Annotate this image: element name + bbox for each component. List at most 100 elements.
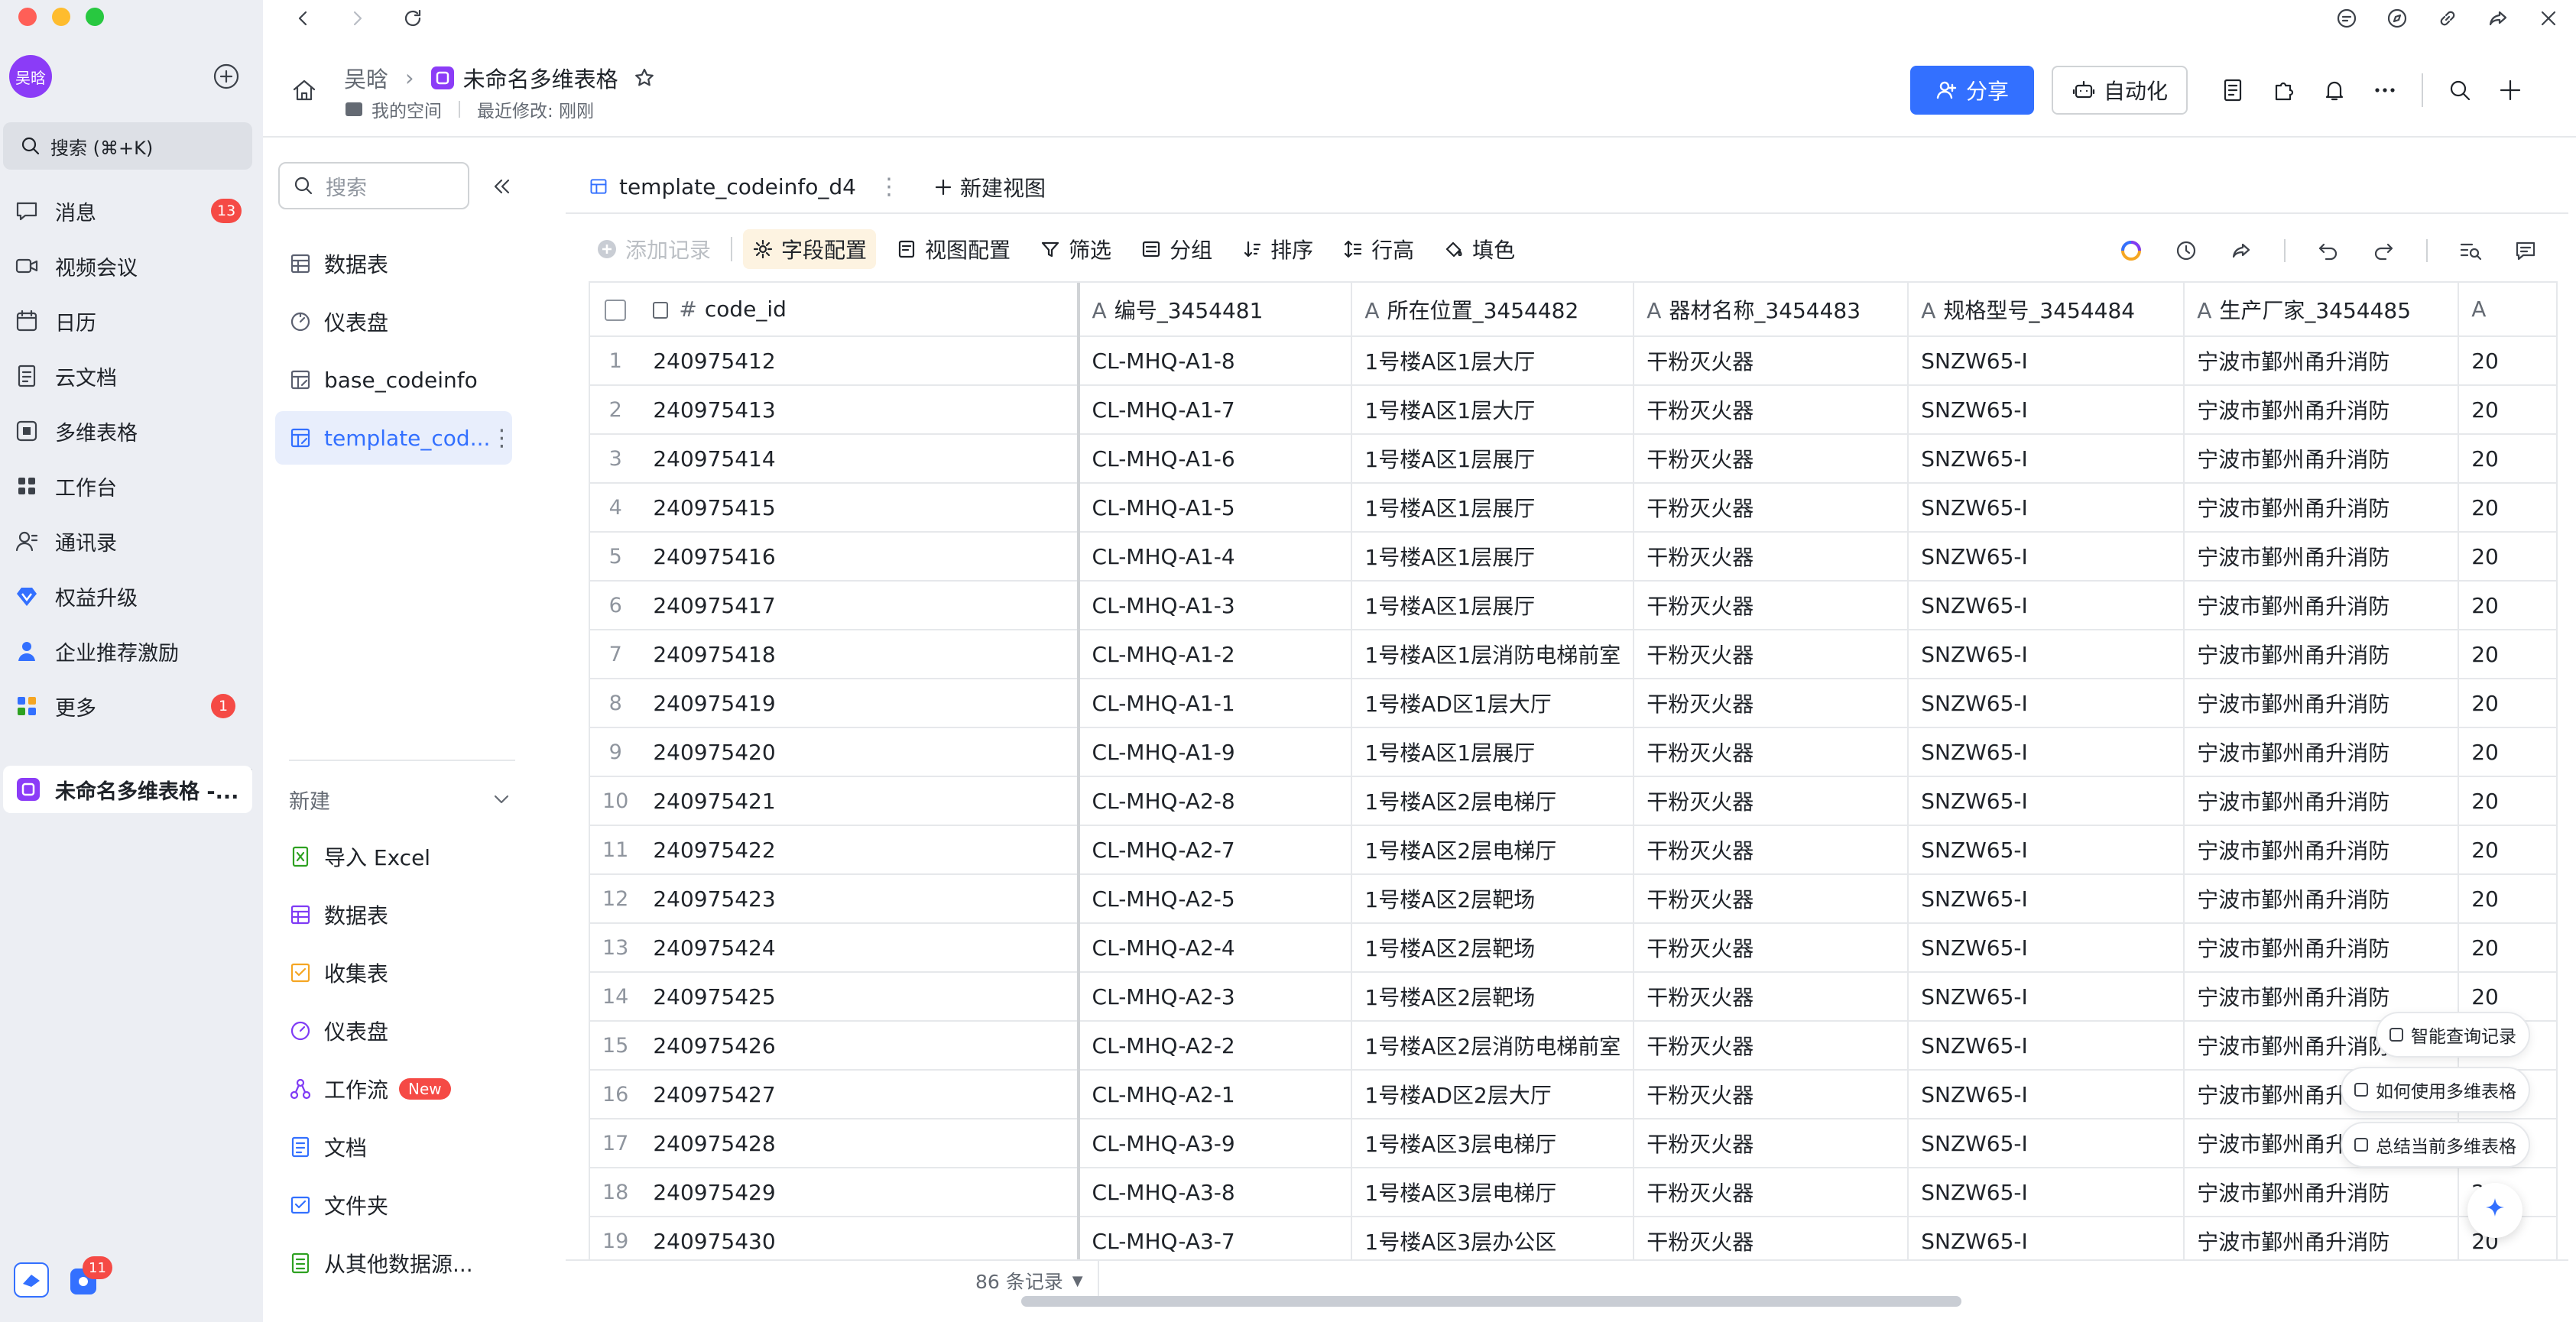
sidebar-item-5[interactable]: 工作台 [14,462,117,510]
table-cell[interactable]: 宁波市鄞州甬升消防 [2184,385,2460,435]
table-cell[interactable]: 1号楼A区1层大厅 [1351,385,1635,435]
plugin-icon[interactable] [2270,76,2298,104]
sidebar-item-template-cod-[interactable]: template_cod... ⋮ [275,411,513,465]
table-cell[interactable]: 干粉灭火器 [1634,385,1909,435]
table-cell[interactable]: SNZW65-I [1908,581,2185,630]
table-row[interactable]: 2 240975413 CL-MHQ-A1-7 1号楼A区1层大厅 干粉灭火器 SNZW6… [590,385,2558,435]
table-cell[interactable]: 干粉灭火器 [1634,483,1909,533]
view-tab[interactable]: template_codeinfo_d4 ⋮ [566,159,900,214]
table-cell[interactable]: 1号楼A区2层电梯厅 [1351,776,1635,826]
sidebar-item-4[interactable]: 多维表格 [14,407,138,455]
table-cell[interactable]: CL-MHQ-A1-7 [1078,385,1353,435]
table-cell[interactable]: CL-MHQ-A1-9 [1078,727,1353,777]
collapse-sidebar-icon[interactable] [489,174,514,199]
table-cell[interactable]: CL-MHQ-A2-1 [1078,1070,1353,1119]
table-cell[interactable]: 20 [2458,581,2558,630]
table-cell[interactable]: 干粉灭火器 [1634,825,1909,875]
table-cell[interactable]: CL-MHQ-A3-9 [1078,1119,1353,1168]
table-cell[interactable]: 1号楼A区1层展厅 [1351,581,1635,630]
table-row[interactable]: 10 240975421 CL-MHQ-A2-8 1号楼A区2层电梯厅 干粉灭火器 SNZ… [590,776,2558,826]
table-cell[interactable]: 240975429 [641,1168,1080,1217]
ai-icon[interactable] [2119,238,2143,263]
table-cell[interactable]: 240975417 [641,581,1080,630]
table-row[interactable]: 13 240975424 CL-MHQ-A2-4 1号楼A区2层靶场 干粉灭火器 SNZW… [590,923,2558,973]
new-item-form[interactable]: 收集表 [289,946,388,1000]
table-cell[interactable]: 干粉灭火器 [1634,1168,1909,1217]
table-cell[interactable]: 240975425 [641,972,1080,1022]
group-button[interactable]: 分组 [1131,229,1221,269]
table-cell[interactable]: SNZW65-I [1908,972,2185,1022]
global-search-input[interactable]: 搜索 (⌘+K) [3,122,252,170]
table-cell[interactable]: 干粉灭火器 [1634,581,1909,630]
table-cell[interactable]: 240975423 [641,874,1080,924]
sidebar-item-9[interactable]: 更多 [14,682,96,731]
table-row[interactable]: 16 240975427 CL-MHQ-A2-1 1号楼AD区2层大厅 干粉灭火器 SNZ… [590,1070,2558,1119]
assistant-summary[interactable]: 总结当前多维表格 [2341,1122,2530,1168]
table-cell[interactable]: 干粉灭火器 [1634,923,1909,973]
table-cell[interactable]: 1号楼A区1层大厅 [1351,336,1635,386]
table-cell[interactable]: 宁波市鄞州甬升消防 [2184,532,2460,582]
table-cell[interactable]: SNZW65-I [1908,336,2185,386]
forward-icon[interactable] [346,6,370,31]
more-icon[interactable] [2371,76,2399,104]
table-cell[interactable]: SNZW65-I [1908,679,2185,728]
table-cell[interactable]: 20 [2458,532,2558,582]
table-row[interactable]: 3 240975414 CL-MHQ-A1-6 1号楼A区1层展厅 干粉灭火器 SNZW6… [590,434,2558,484]
table-cell[interactable]: CL-MHQ-A2-7 [1078,825,1353,875]
table-cell[interactable]: 1号楼AD区1层大厅 [1351,679,1635,728]
column-header[interactable]: # code_id [641,283,1080,337]
horizontal-scrollbar[interactable] [1021,1296,1961,1307]
sidebar-item-8[interactable]: 企业推荐激励 [14,627,179,676]
close-window-button[interactable] [18,8,37,26]
table-cell[interactable]: 240975430 [641,1217,1080,1259]
new-item-datasource[interactable]: 从其他数据源... [289,1236,473,1290]
new-item-doc[interactable]: 文档 [289,1120,367,1174]
new-item-dashboard[interactable]: 仪表盘 [289,1004,388,1058]
table-cell[interactable]: SNZW65-I [1908,385,2185,435]
table-cell[interactable]: 干粉灭火器 [1634,679,1909,728]
table-cell[interactable]: CL-MHQ-A1-5 [1078,483,1353,533]
select-all-checkbox[interactable] [590,283,641,337]
table-row[interactable]: 1 240975412 CL-MHQ-A1-8 1号楼A区1层大厅 干粉灭火器 SNZW6… [590,336,2558,386]
table-cell[interactable]: CL-MHQ-A2-4 [1078,923,1353,973]
table-row[interactable]: 17 240975428 CL-MHQ-A3-9 1号楼A区3层电梯厅 干粉灭火器 SNZ… [590,1119,2558,1168]
table-cell[interactable]: CL-MHQ-A1-6 [1078,434,1353,484]
table-row[interactable]: 4 240975415 CL-MHQ-A1-5 1号楼A区1层展厅 干粉灭火器 SNZW6… [590,483,2558,533]
table-cell[interactable]: 1号楼A区1层展厅 [1351,532,1635,582]
row-height-button[interactable]: 行高 [1333,229,1423,269]
column-header[interactable]: A 规格型号_3454484 [1908,283,2185,337]
assistant-database-search[interactable]: 智能查询记录 [2376,1012,2530,1058]
zoom-window-button[interactable] [86,8,104,26]
table-cell[interactable]: SNZW65-I [1908,923,2185,973]
table-cell[interactable]: 宁波市鄞州甬升消防 [2184,825,2460,875]
table-cell[interactable]: 宁波市鄞州甬升消防 [2184,1217,2460,1259]
table-cell[interactable]: 1号楼A区1层展厅 [1351,434,1635,484]
table-cell[interactable]: 宁波市鄞州甬升消防 [2184,679,2460,728]
add-record-button[interactable]: 添加记录 [587,229,720,269]
sidebar-item-6[interactable]: 通讯录 [14,517,117,565]
table-cell[interactable]: 1号楼A区3层电梯厅 [1351,1168,1635,1217]
table-cell[interactable]: 干粉灭火器 [1634,972,1909,1022]
table-cell[interactable]: 干粉灭火器 [1634,727,1909,777]
table-cell[interactable]: 20 [2458,336,2558,386]
table-cell[interactable]: 240975415 [641,483,1080,533]
column-header[interactable]: A 生产厂家_3454485 [2184,283,2460,337]
sidebar-item-base-codeinfo[interactable]: base_codeinfo [275,353,512,407]
ai-assistant-button[interactable] [2467,1183,2522,1238]
table-cell[interactable]: 宁波市鄞州甬升消防 [2184,923,2460,973]
location-label[interactable]: 我的空间 [371,96,442,122]
table-cell[interactable]: 240975414 [641,434,1080,484]
history-icon[interactable] [2174,238,2198,263]
sidebar-search-input[interactable]: 搜索 [278,162,469,209]
table-cell[interactable]: CL-MHQ-A3-8 [1078,1168,1353,1217]
table-cell[interactable]: 240975424 [641,923,1080,973]
redo-icon[interactable] [2371,238,2396,263]
table-cell[interactable]: 240975416 [641,532,1080,582]
table-cell[interactable]: CL-MHQ-A2-8 [1078,776,1353,826]
sidebar-item-2[interactable]: 日历 [14,296,96,345]
table-cell[interactable]: 1号楼AD区2层大厅 [1351,1070,1635,1119]
field-config-button[interactable]: 字段配置 [743,229,877,269]
table-cell[interactable]: SNZW65-I [1908,483,2185,533]
table-cell[interactable]: 20 [2458,679,2558,728]
table-cell[interactable]: CL-MHQ-A2-2 [1078,1021,1353,1071]
